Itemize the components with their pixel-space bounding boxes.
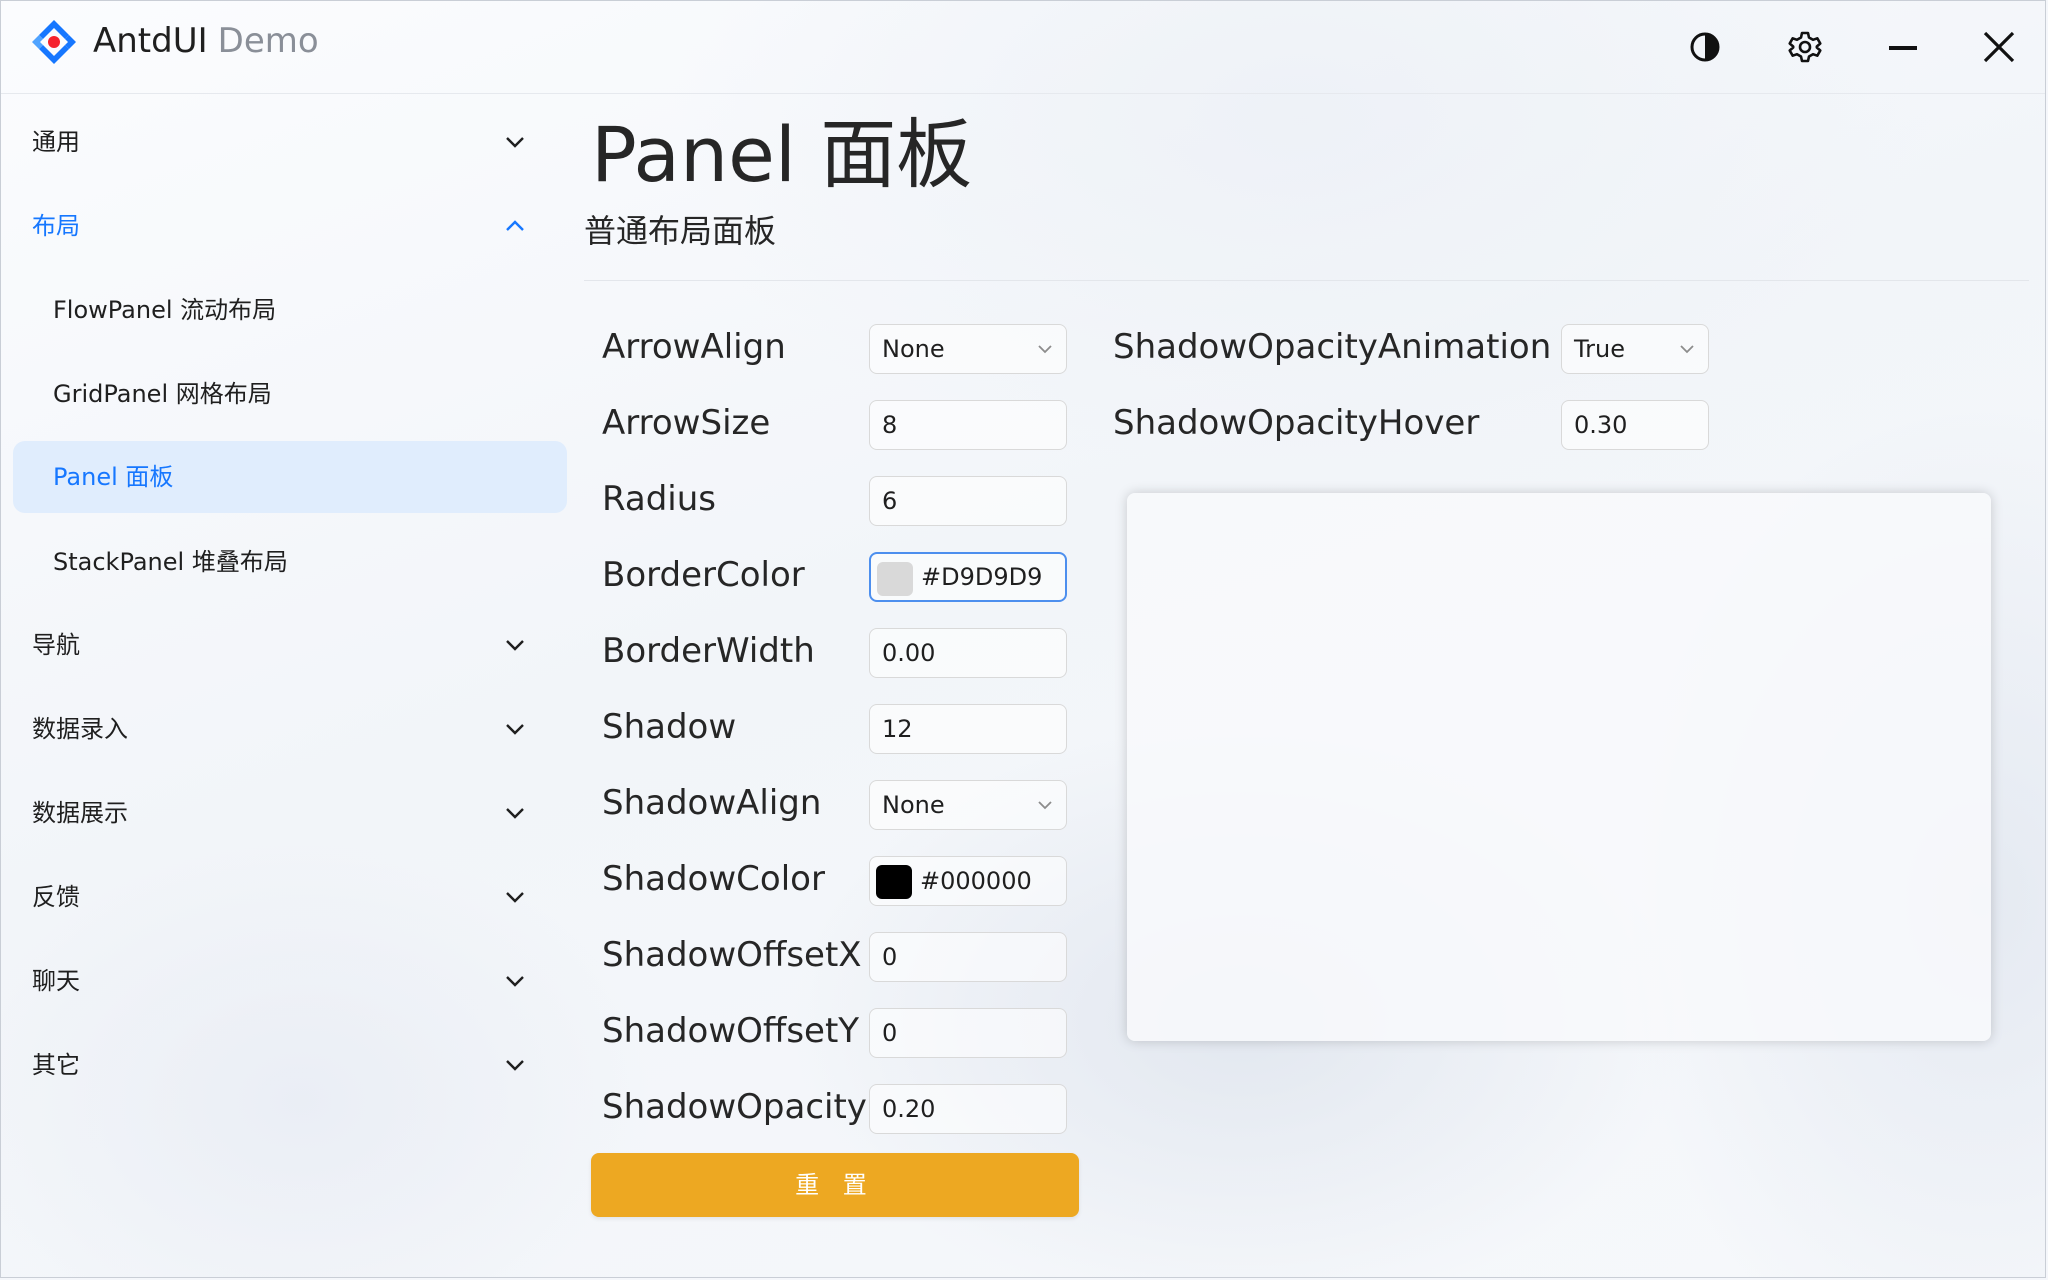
theme-toggle-icon: [1690, 32, 1720, 62]
chevron-down-icon: [506, 976, 524, 987]
prop-label-shadow-color: ShadowColor: [602, 859, 825, 899]
select-value: None: [882, 335, 945, 363]
menu-item-panel[interactable]: Panel 面板: [13, 441, 567, 513]
menu-group-feedback[interactable]: 反馈: [13, 861, 567, 933]
color-swatch: [876, 865, 912, 899]
select-value: None: [882, 791, 945, 819]
gear-icon: [1788, 31, 1822, 63]
prop-label-shadow-offset-x: ShadowOffsetX: [602, 935, 862, 975]
shadow-input[interactable]: 12: [869, 704, 1067, 754]
divider: [584, 280, 2029, 281]
menu-item-label: 聊天: [32, 967, 80, 995]
chevron-down-icon: [506, 724, 524, 735]
border-color-picker[interactable]: #D9D9D9: [869, 552, 1067, 602]
preview-panel: [1127, 493, 1991, 1041]
menu-group-data-entry[interactable]: 数据录入: [13, 693, 567, 765]
close-button[interactable]: [1969, 17, 2029, 77]
arrow-size-input[interactable]: 8: [869, 400, 1067, 450]
prop-label-shadow-offset-y: ShadowOffsetY: [602, 1011, 860, 1051]
chevron-down-icon: [1680, 345, 1694, 354]
prop-label-shadow-opacity-hover: ShadowOpacityHover: [1113, 403, 1480, 443]
color-value: #000000: [920, 867, 1032, 895]
chevron-down-icon: [506, 640, 524, 651]
prop-label-shadow: Shadow: [602, 707, 737, 747]
radius-input[interactable]: 6: [869, 476, 1067, 526]
prop-label-border-width: BorderWidth: [602, 631, 815, 671]
menu-item-label: 导航: [32, 631, 80, 659]
prop-label-arrow-align: ArrowAlign: [602, 327, 786, 367]
border-width-input[interactable]: 0.00: [869, 628, 1067, 678]
menu-item-label: 反馈: [32, 883, 80, 911]
chevron-down-icon: [506, 1060, 524, 1071]
menu-item-gridpanel[interactable]: GridPanel 网格布局: [13, 358, 567, 430]
color-value: #D9D9D9: [921, 563, 1043, 591]
menu-group-navigation[interactable]: 导航: [13, 609, 567, 681]
app-suffix: Demo: [217, 21, 319, 61]
page-subtitle: 普通布局面板: [584, 212, 777, 250]
menu-item-label: 布局: [32, 212, 80, 240]
sidebar-menu: 通用 布局 FlowPanel 流动布局 GridPanel 网格布局 Pane…: [1, 94, 577, 1274]
app-title: AntdUI Demo: [93, 19, 319, 63]
menu-item-label: StackPanel 堆叠布局: [53, 548, 288, 576]
prop-label-shadow-opacity-animation: ShadowOpacityAnimation: [1113, 327, 1552, 367]
menu-group-layout[interactable]: 布局: [13, 190, 567, 262]
prop-label-shadow-opacity: ShadowOpacity: [602, 1087, 867, 1127]
minimize-icon: [1889, 46, 1917, 50]
menu-group-chat[interactable]: 聊天: [13, 945, 567, 1017]
menu-item-label: Panel 面板: [53, 463, 174, 491]
reset-button[interactable]: 重 置: [591, 1153, 1079, 1217]
shadow-opacity-hover-input[interactable]: 0.30: [1561, 400, 1709, 450]
theme-toggle-button[interactable]: [1675, 17, 1735, 77]
shadow-opacity-animation-select[interactable]: True: [1561, 324, 1709, 374]
settings-button[interactable]: [1775, 17, 1835, 77]
chevron-up-icon: [506, 220, 524, 231]
menu-item-label: 其它: [32, 1051, 80, 1079]
chevron-down-icon: [1038, 345, 1052, 354]
close-icon: [1983, 31, 2015, 63]
app-name: AntdUI: [93, 21, 208, 61]
app-window: AntdUI Demo 通用 布局 FlowPanel 流动布局 GridPan…: [0, 0, 2046, 1278]
menu-item-label: FlowPanel 流动布局: [53, 296, 277, 324]
shadow-offset-y-input[interactable]: 0: [869, 1008, 1067, 1058]
arrow-align-select[interactable]: None: [869, 324, 1067, 374]
shadow-align-select[interactable]: None: [869, 780, 1067, 830]
menu-group-other[interactable]: 其它: [13, 1029, 567, 1101]
menu-item-stackpanel[interactable]: StackPanel 堆叠布局: [13, 526, 567, 598]
color-swatch: [877, 562, 913, 596]
prop-label-arrow-size: ArrowSize: [602, 403, 771, 443]
minimize-button[interactable]: [1873, 17, 1933, 77]
chevron-down-icon: [1038, 801, 1052, 810]
title-bar: AntdUI Demo: [1, 1, 2045, 94]
shadow-color-picker[interactable]: #000000: [869, 856, 1067, 906]
menu-item-label: GridPanel 网格布局: [53, 380, 272, 408]
menu-item-label: 数据录入: [32, 715, 128, 743]
menu-group-general[interactable]: 通用: [13, 106, 567, 178]
prop-label-radius: Radius: [602, 479, 717, 519]
chevron-down-icon: [506, 808, 524, 819]
antd-logo-icon: [32, 20, 76, 64]
prop-label-shadow-align: ShadowAlign: [602, 783, 822, 823]
menu-item-label: 通用: [32, 128, 80, 156]
menu-group-data-display[interactable]: 数据展示: [13, 777, 567, 849]
menu-item-label: 数据展示: [32, 799, 128, 827]
chevron-down-icon: [506, 137, 524, 148]
prop-label-border-color: BorderColor: [602, 555, 805, 595]
shadow-opacity-input[interactable]: 0.20: [869, 1084, 1067, 1134]
shadow-offset-x-input[interactable]: 0: [869, 932, 1067, 982]
page-title: Panel 面板: [591, 110, 973, 199]
select-value: True: [1574, 335, 1625, 363]
chevron-down-icon: [506, 892, 524, 903]
menu-item-flowpanel[interactable]: FlowPanel 流动布局: [13, 274, 567, 346]
